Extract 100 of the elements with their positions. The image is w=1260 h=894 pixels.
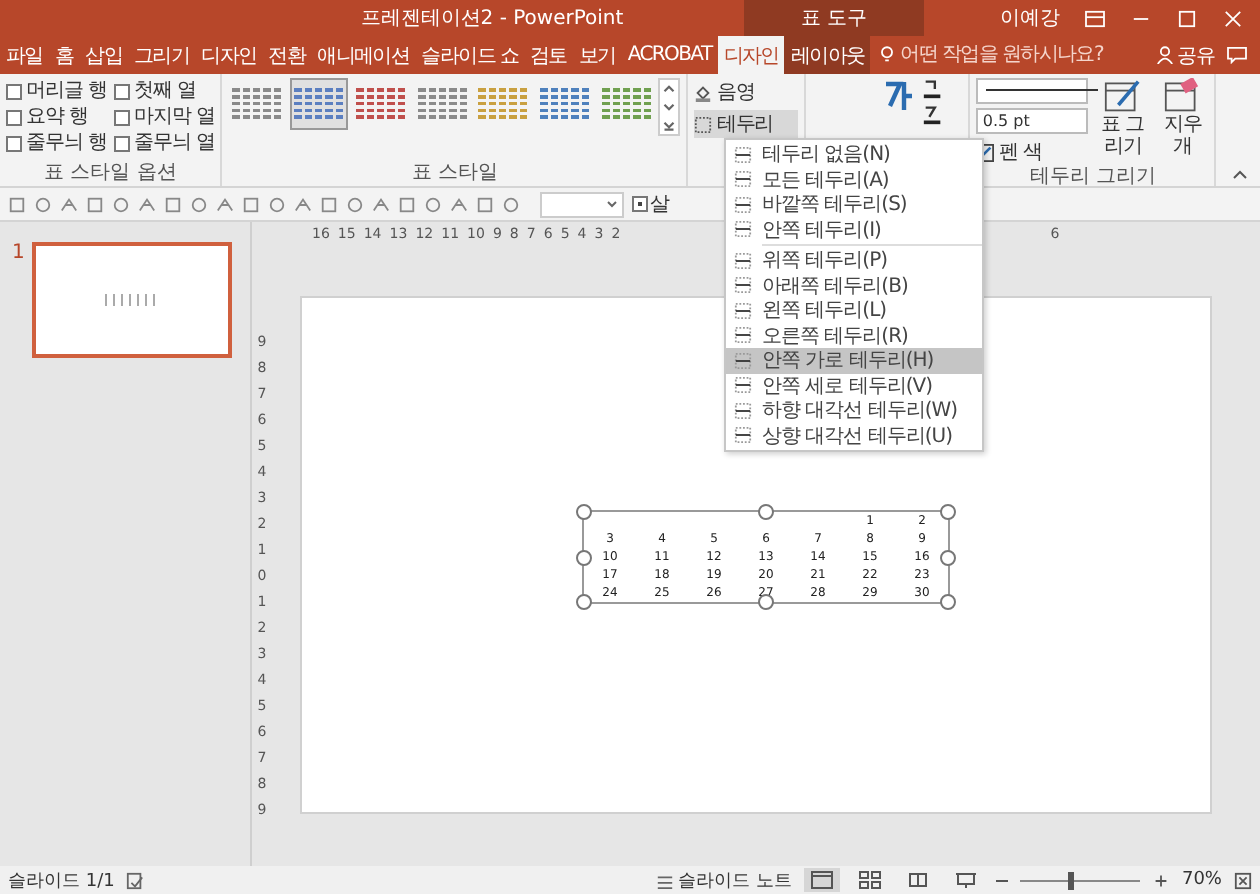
notes-button[interactable]: 슬라이드 노트 — [656, 867, 792, 893]
slide-thumbnail[interactable] — [32, 242, 233, 358]
border-icon — [734, 145, 752, 164]
menu-item[interactable]: 하향 대각선 테두리(W) — [726, 398, 982, 423]
border-grid-icon — [694, 115, 713, 133]
border-icon — [734, 276, 752, 295]
border-icon — [734, 351, 752, 370]
style-option-checkbox[interactable]: 요약 행 — [6, 104, 107, 130]
menu-item[interactable]: 위쪽 테두리(P) — [726, 248, 982, 273]
ribbon-tab[interactable]: 삽입 — [79, 36, 129, 74]
menu-item[interactable]: 안쪽 테두리(I) — [726, 217, 982, 242]
menu-item[interactable]: 상향 대각선 테두리(U) — [726, 423, 982, 448]
eraser-icon — [1164, 78, 1201, 114]
ribbon-tab[interactable]: 디자인 — [717, 36, 785, 74]
tool-icon[interactable] — [294, 195, 312, 213]
notes-icon — [656, 871, 675, 889]
ribbon-tab[interactable]: 디자인 — [195, 36, 263, 74]
resize-handle[interactable] — [940, 549, 956, 565]
context-tab-header: 표 도구 — [744, 0, 924, 36]
resize-handle[interactable] — [758, 504, 774, 520]
shading-button[interactable]: 음영 — [694, 78, 799, 106]
close-icon[interactable] — [1222, 9, 1244, 27]
group-label: 테두리 그리기 — [1027, 166, 1158, 190]
zoom-in-icon[interactable] — [1151, 871, 1170, 889]
border-icon — [734, 195, 752, 214]
style-option-checkbox[interactable]: 줄무늬 열 — [114, 130, 215, 156]
ribbon-tab[interactable]: 애니메이션 — [311, 36, 416, 74]
spell-check-icon[interactable] — [126, 871, 145, 889]
border-icon — [734, 401, 752, 420]
tool-icon[interactable] — [216, 195, 234, 213]
eraser-button[interactable]: 지우개 — [1156, 78, 1209, 166]
tool-icon[interactable] — [372, 195, 390, 213]
border-icon — [734, 301, 752, 320]
border-icon — [734, 326, 752, 345]
menu-item[interactable]: 아래쪽 테두리(B) — [726, 273, 982, 298]
tell-me-field[interactable]: 어떤 작업을 원하시나요? — [878, 36, 1129, 74]
tool-icon[interactable] — [138, 195, 156, 213]
resize-handle[interactable] — [576, 594, 592, 610]
text-fill-icon[interactable] — [922, 78, 945, 100]
resize-handle[interactable] — [576, 504, 592, 520]
resize-handle[interactable] — [576, 549, 592, 565]
menu-item[interactable]: 바깥쪽 테두리(S) — [726, 192, 982, 217]
resize-handle[interactable] — [940, 594, 956, 610]
style-option-checkbox[interactable]: 머리글 행 — [6, 78, 107, 104]
border-icon — [734, 376, 752, 395]
ribbon-tab[interactable]: 홈 — [48, 36, 80, 74]
ribbon-display-icon[interactable] — [1084, 9, 1106, 27]
ribbon-tab[interactable]: 보기 — [572, 36, 622, 74]
normal-view-icon[interactable] — [803, 868, 840, 892]
style-option-checkbox[interactable]: 줄무늬 행 — [6, 130, 107, 156]
border-icon — [734, 426, 752, 445]
border-icon — [734, 220, 752, 239]
text-outline-icon[interactable] — [922, 104, 945, 126]
slide-counter: 슬라이드 1/1 — [8, 869, 115, 893]
group-label: 표 스타일 옵션 — [42, 162, 179, 186]
window-title: 프레젠테이션2 - PowerPoint — [360, 6, 624, 32]
user-name: 이예강 — [1000, 6, 1060, 32]
resize-handle[interactable] — [758, 594, 774, 610]
toolbar-checkbox[interactable]: 살 — [632, 190, 670, 218]
scroll-up-icon[interactable] — [660, 80, 679, 98]
ribbon-tab[interactable]: 파일 — [0, 36, 49, 74]
caret-icon — [606, 200, 618, 208]
resize-handle[interactable] — [940, 504, 956, 520]
menu-item[interactable]: 왼쪽 테두리(L) — [726, 298, 982, 323]
tool-icon[interactable] — [450, 195, 468, 213]
comment-icon[interactable] — [1226, 46, 1248, 64]
border-icon — [734, 251, 752, 270]
menu-item[interactable]: 테두리 없음(N) — [726, 142, 982, 167]
pen-weight-dropdown[interactable]: 0.5 pt — [976, 108, 1089, 134]
style-option-checkbox[interactable]: 첫째 열 — [114, 78, 215, 104]
paint-bucket-icon — [694, 83, 713, 101]
collapse-ribbon-icon[interactable] — [1232, 168, 1248, 180]
ribbon-tab[interactable]: 전환 — [262, 36, 312, 74]
menu-item[interactable]: 안쪽 가로 테두리(H) — [726, 348, 982, 373]
menu-item[interactable]: 안쪽 세로 테두리(V) — [726, 373, 982, 398]
slide-number: 1 — [12, 242, 25, 268]
ribbon-tab[interactable]: 슬라이드 쇼 — [415, 36, 525, 74]
ribbon-tab[interactable]: 그리기 — [128, 36, 196, 74]
menu-item[interactable]: 모든 테두리(A) — [726, 167, 982, 192]
style-option-checkbox[interactable]: 마지막 열 — [114, 104, 215, 130]
scroll-down-icon[interactable] — [660, 98, 679, 116]
lightbulb-icon — [878, 46, 897, 64]
ribbon-tab[interactable]: 레이아웃 — [784, 36, 871, 74]
borders-button[interactable]: 테두리 — [694, 110, 799, 138]
line-style-icon — [982, 84, 1103, 96]
maximize-icon[interactable] — [1176, 9, 1198, 27]
draw-table-button[interactable]: 표 그리기 — [1096, 78, 1149, 166]
pencil-table-icon — [1104, 78, 1141, 114]
menu-item[interactable]: 오른쪽 테두리(R) — [726, 323, 982, 348]
share-button[interactable]: 공유 — [1155, 36, 1214, 74]
zoom-percent[interactable]: 70% — [1181, 870, 1222, 890]
wordart-icon[interactable] — [882, 78, 915, 114]
more-icon[interactable] — [660, 116, 679, 134]
group-label: 표 스타일 — [409, 162, 500, 186]
ribbon-tab[interactable]: ACROBAT — [621, 36, 718, 74]
person-icon — [1155, 46, 1174, 64]
fit-slide-icon[interactable] — [1234, 871, 1252, 889]
tool-icon[interactable] — [60, 195, 78, 213]
ribbon-tab[interactable]: 검토 — [524, 36, 573, 74]
table-style-thumbnail[interactable] — [290, 78, 348, 130]
